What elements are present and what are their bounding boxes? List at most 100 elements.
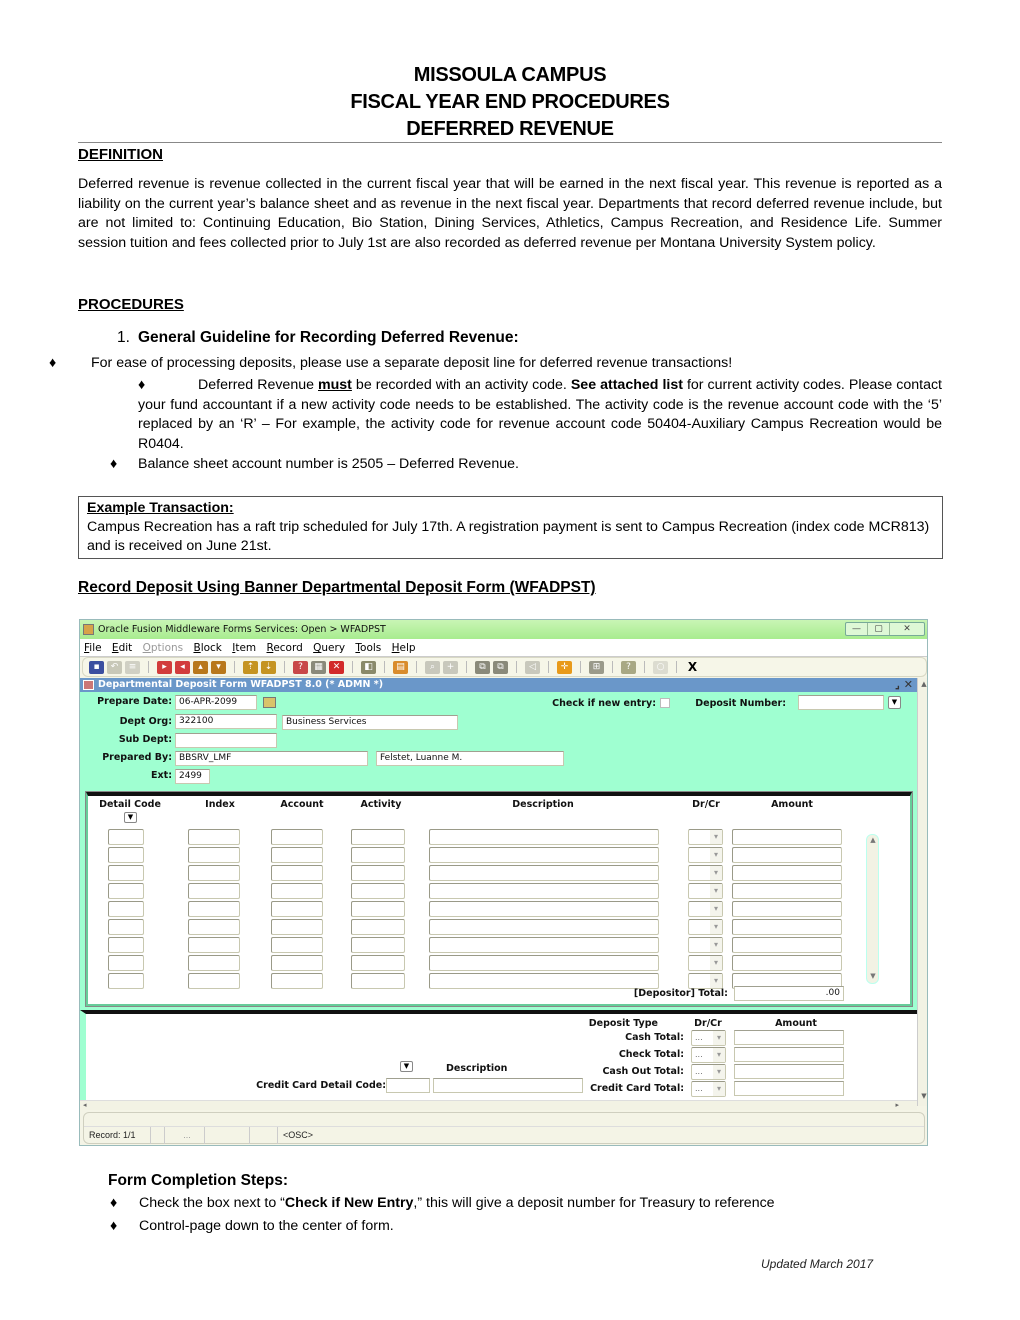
description-cell[interactable]	[429, 919, 659, 935]
description-cell[interactable]	[429, 829, 659, 845]
description-cell[interactable]	[429, 883, 659, 899]
index-cell[interactable]	[188, 955, 240, 971]
insert-record-icon[interactable]: ?	[293, 660, 308, 674]
ext-field[interactable]: 2499	[175, 769, 210, 784]
drcr-select[interactable]	[688, 937, 723, 953]
calendar-icon[interactable]	[263, 697, 276, 708]
menu-edit[interactable]: Edit	[112, 642, 132, 654]
index-cell[interactable]	[188, 883, 240, 899]
deposit-amount-field[interactable]	[734, 1064, 844, 1079]
detail-code-cell[interactable]	[108, 955, 144, 971]
activity-cell[interactable]	[351, 829, 405, 845]
menu-record[interactable]: Record	[267, 642, 303, 654]
drcr-select[interactable]	[688, 919, 723, 935]
deposit-drcr-select[interactable]: ...	[691, 1081, 726, 1097]
detail-code-cell[interactable]	[108, 901, 144, 917]
activity-cell[interactable]	[351, 883, 405, 899]
index-cell[interactable]	[188, 865, 240, 881]
amount-cell[interactable]	[732, 883, 842, 899]
menu-file[interactable]: File	[84, 642, 102, 654]
print-icon[interactable]: ▤	[393, 660, 408, 674]
menu-options[interactable]: Options	[143, 642, 184, 654]
amount-cell[interactable]	[732, 937, 842, 953]
deposit-amount-field[interactable]	[734, 1030, 844, 1045]
drcr-select[interactable]	[688, 973, 723, 989]
detail-scroll-down-icon[interactable]: ▼	[868, 972, 878, 982]
description-cell[interactable]	[429, 901, 659, 917]
print-doc-icon[interactable]: ≡	[125, 660, 140, 674]
deposit-drcr-select[interactable]: ...	[691, 1047, 726, 1063]
minimize-button[interactable]: —	[846, 623, 868, 635]
description-cell[interactable]	[429, 865, 659, 881]
cc-detail-code-dropdown-icon[interactable]: ▼	[400, 1061, 413, 1072]
window-vertical-scrollbar[interactable]: ▲ ▼	[917, 678, 927, 1106]
check-new-entry-checkbox[interactable]	[660, 698, 670, 708]
amount-cell[interactable]	[732, 901, 842, 917]
index-cell[interactable]	[188, 937, 240, 953]
menu-tools[interactable]: Tools	[355, 642, 381, 654]
speaker-icon[interactable]: ◁	[525, 660, 540, 674]
cc-detail-code-field[interactable]	[386, 1078, 430, 1093]
account-cell[interactable]	[271, 829, 323, 845]
scroll-up-icon[interactable]: ▲	[919, 680, 927, 690]
index-cell[interactable]	[188, 829, 240, 845]
deposit-number-dropdown-icon[interactable]: ▼	[888, 696, 901, 709]
activity-cell[interactable]	[351, 847, 405, 863]
menu-help[interactable]: Help	[392, 642, 416, 654]
account-cell[interactable]	[271, 883, 323, 899]
detail-code-cell[interactable]	[108, 865, 144, 881]
horizontal-scrollbar[interactable]: ◂ ▸	[80, 1100, 917, 1110]
amount-cell[interactable]	[732, 955, 842, 971]
deposit-amount-field[interactable]	[734, 1081, 844, 1096]
amount-cell[interactable]	[732, 919, 842, 935]
close-window-button[interactable]: ✕	[890, 623, 924, 635]
index-cell[interactable]	[188, 901, 240, 917]
index-cell[interactable]	[188, 973, 240, 989]
execute-query-icon[interactable]: ⇣	[261, 660, 276, 674]
search-icon[interactable]: ⌕	[425, 660, 440, 674]
item-navigate-icon[interactable]: ⧉	[493, 660, 508, 674]
detail-code-cell[interactable]	[108, 919, 144, 935]
exit-form-icon[interactable]: ◧	[361, 660, 376, 674]
description-cell[interactable]	[429, 955, 659, 971]
detail-code-cell[interactable]	[108, 937, 144, 953]
save-icon[interactable]: ▪	[89, 660, 104, 674]
add-icon[interactable]: +	[443, 660, 458, 674]
sub-dept-field[interactable]	[175, 733, 277, 748]
description-cell[interactable]	[429, 847, 659, 863]
index-cell[interactable]	[188, 847, 240, 863]
deposit-drcr-select[interactable]: ...	[691, 1064, 726, 1080]
detail-code-dropdown-icon[interactable]: ▼	[124, 812, 137, 823]
description-cell[interactable]	[429, 973, 659, 989]
close-icon[interactable]: X	[685, 660, 700, 674]
detail-scroll-up-icon[interactable]: ▲	[868, 836, 878, 846]
scroll-down-icon[interactable]: ▼	[919, 1092, 927, 1102]
deposit-amount-field[interactable]	[734, 1047, 844, 1062]
activity-cell[interactable]	[351, 901, 405, 917]
detail-scrollbar[interactable]: ▲ ▼	[866, 834, 879, 984]
crosshair-icon[interactable]: ✛	[557, 660, 572, 674]
scroll-left-icon[interactable]: ◂	[83, 1101, 87, 1109]
menu-query[interactable]: Query	[313, 642, 345, 654]
drcr-select[interactable]	[688, 847, 723, 863]
clear-record-icon[interactable]: ▦	[311, 660, 326, 674]
account-cell[interactable]	[271, 937, 323, 953]
deposit-number-field[interactable]	[798, 695, 884, 710]
index-cell[interactable]	[188, 919, 240, 935]
amount-cell[interactable]	[732, 865, 842, 881]
window-icon[interactable]: ⊞	[589, 660, 604, 674]
activity-cell[interactable]	[351, 973, 405, 989]
detail-code-cell[interactable]	[108, 829, 144, 845]
maximize-button[interactable]: ▢	[868, 623, 890, 635]
next-record-icon[interactable]: ▾	[211, 660, 226, 674]
prepared-by-field[interactable]: BBSRV_LMF	[175, 751, 368, 766]
drcr-select[interactable]	[688, 955, 723, 971]
drcr-select[interactable]	[688, 901, 723, 917]
drcr-select[interactable]	[688, 883, 723, 899]
activity-cell[interactable]	[351, 955, 405, 971]
detail-code-cell[interactable]	[108, 847, 144, 863]
account-cell[interactable]	[271, 901, 323, 917]
account-cell[interactable]	[271, 955, 323, 971]
drcr-select[interactable]	[688, 829, 723, 845]
dept-org-field[interactable]: 322100	[175, 714, 277, 729]
